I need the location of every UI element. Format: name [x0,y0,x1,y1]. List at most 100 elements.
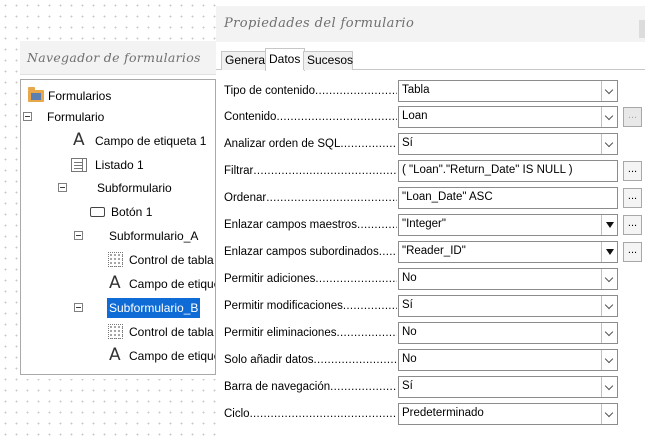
property-row-contenido: Contenido Loan ... [216,106,645,130]
chevron-down-icon[interactable] [601,81,617,101]
chevron-down-icon[interactable] [601,323,617,343]
tree-node-label: Control de tabla [129,253,214,267]
field-value: "Loan_Date" ASC [402,191,493,203]
tree-node-formularios[interactable]: Formularios [27,86,215,106]
chevron-down-icon[interactable] [601,377,617,397]
tree-node-label: Subformulario_A [109,229,199,243]
tree-node-campo-etiqueta-b[interactable]: A Campo de etique [107,346,215,366]
campos-subordinados-ellipsis-button[interactable]: ... [623,242,642,262]
field-value: Sí [402,380,413,392]
navigator-title: Navegador de formularios [27,50,201,65]
chevron-down-icon[interactable] [601,134,617,154]
property-row-ordenar: Ordenar "Loan_Date" ASC ... [216,187,645,211]
tree-node-label: Campo de etique [129,277,216,291]
tree-node-subformulario[interactable]: Subformulario [57,178,215,198]
tab-sucesos[interactable]: Sucesos [303,51,353,70]
property-row-permitir-adiciones: Permitir adiciones No [216,268,645,292]
property-label: Permitir eliminaciones [224,327,397,342]
solo-anadir-select[interactable]: No [398,349,618,371]
filtrar-input[interactable]: ( "Loan"."Return_Date" IS NULL ) [398,160,618,182]
analizar-sql-select[interactable]: Sí [398,133,618,155]
tree-node-campo-etiqueta-1[interactable]: A Campo de etiqueta 1 [71,131,215,151]
tree-node-control-tabla-a[interactable]: Control de tabla [107,250,215,270]
ordenar-ellipsis-button[interactable]: ... [623,188,642,208]
property-label: Contenido [224,111,397,126]
campos-maestros-combo[interactable]: "Integer" [398,214,618,236]
contenido-select[interactable]: Loan [398,106,618,128]
properties-title: Propiedades del formulario [224,16,415,31]
form-properties-panel: Propiedades del formulario General Datos… [216,0,645,436]
tree-node-label: Formulario [47,110,105,124]
campos-maestros-ellipsis-button[interactable]: ... [623,215,642,235]
tree-node-label: Control de tabla [129,325,214,339]
tree-node-label: Formularios [48,89,112,103]
property-label: Ciclo [224,408,397,423]
chevron-down-icon[interactable] [601,350,617,370]
property-row-solo-anadir: Solo añadir datos No [216,349,645,373]
chevron-down-icon[interactable] [601,107,617,127]
ciclo-select[interactable]: Predeterminado [398,403,618,425]
tree-node-subformulario-b[interactable]: Subformulario_B [73,298,215,318]
label-field-icon: A [109,345,121,365]
property-row-barra-navegacion: Barra de navegación Sí [216,376,645,400]
tree-node-formulario[interactable]: Formulario [21,107,215,127]
field-value: No [402,353,417,365]
tree-node-label: Botón 1 [111,205,153,219]
navigator-tree[interactable]: Formularios Formulario A Campo de etique… [20,79,216,375]
tab-general[interactable]: General [221,51,268,70]
listbox-icon [71,158,87,172]
field-value: Sí [402,137,413,149]
tree-node-label: Subformulario [97,181,172,195]
filtrar-ellipsis-button[interactable]: ... [623,161,642,181]
barra-navegacion-select[interactable]: Sí [398,376,618,398]
properties-tabs: General Datos Sucesos [216,48,645,71]
table-control-icon [108,252,123,267]
property-row-filtrar: Filtrar ( "Loan"."Return_Date" IS NULL )… [216,160,645,184]
tree-node-boton-1[interactable]: Botón 1 [89,202,215,222]
navigator-title-bar[interactable]: Navegador de formularios [20,41,216,75]
collapse-expander-icon[interactable] [23,112,32,121]
dropdown-arrow-icon[interactable] [601,242,617,262]
contenido-ellipsis-button[interactable]: ... [623,107,642,127]
tree-node-label: Listado 1 [95,158,144,172]
chevron-down-icon[interactable] [601,296,617,316]
property-label: Filtrar [224,165,397,180]
property-row-campos-subordinados: Enlazar campos subordinados "Reader_ID" … [216,241,645,265]
property-label: Permitir modificaciones [224,300,397,315]
tab-datos[interactable]: Datos [265,48,305,71]
campos-subordinados-combo[interactable]: "Reader_ID" [398,241,618,263]
permitir-adiciones-select[interactable]: No [398,268,618,290]
property-label: Enlazar campos subordinados [224,246,397,261]
field-value: "Reader_ID" [402,245,466,257]
tree-node-control-tabla-b[interactable]: Control de tabla [107,322,215,342]
tipo-contenido-select[interactable]: Tabla [398,80,618,102]
permitir-modificaciones-select[interactable]: Sí [398,295,618,317]
tree-node-subformulario-a[interactable]: Subformulario_A [73,226,215,246]
property-row-permitir-modificaciones: Permitir modificaciones Sí [216,295,645,319]
field-value: Sí [402,299,413,311]
dropdown-arrow-icon[interactable] [601,215,617,235]
property-row-tipo-contenido: Tipo de contenido Tabla [216,80,645,104]
chevron-down-icon[interactable] [601,269,617,289]
property-label: Enlazar campos maestros [224,219,397,234]
property-label: Analizar orden de SQL [224,138,397,153]
property-label: Tipo de contenido [224,85,397,100]
selected-tree-node-label: Subformulario_B [107,298,201,318]
field-value: "Integer" [402,218,446,230]
ordenar-input[interactable]: "Loan_Date" ASC [398,187,618,209]
property-label: Barra de navegación [224,381,397,396]
tree-node-campo-etiqueta-a[interactable]: A Campo de etique [107,274,215,294]
form-navigator-panel: Navegador de formularios Formularios For… [20,41,216,379]
properties-title-bar[interactable]: Propiedades del formulario [216,6,645,42]
property-row-permitir-eliminaciones: Permitir eliminaciones No [216,322,645,346]
collapse-expander-icon[interactable] [74,303,83,312]
property-label: Ordenar [224,192,397,207]
collapse-expander-icon[interactable] [58,183,67,192]
table-control-icon [108,324,123,339]
chevron-down-icon[interactable] [601,404,617,424]
tree-node-label: Campo de etiqueta 1 [95,134,207,148]
permitir-eliminaciones-select[interactable]: No [398,322,618,344]
collapse-expander-icon[interactable] [74,231,83,240]
tree-node-label: Campo de etique [129,349,216,363]
tree-node-listado-1[interactable]: Listado 1 [71,155,215,175]
